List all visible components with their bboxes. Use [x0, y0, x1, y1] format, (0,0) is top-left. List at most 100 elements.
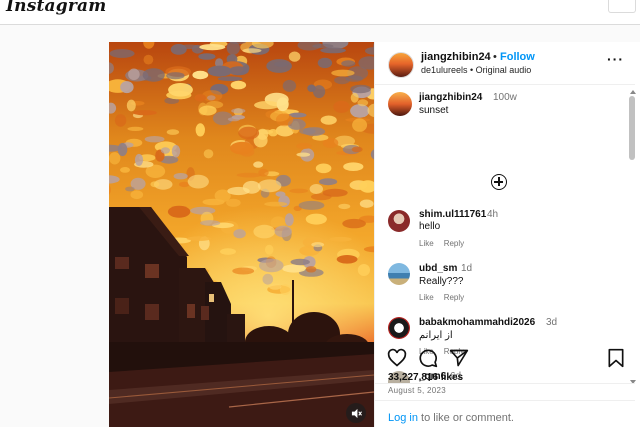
cloud-puff — [309, 184, 323, 194]
comment-text: Really??? — [419, 276, 464, 287]
post-panel: jiangzhibin24 • Follow de1ulureels • Ori… — [374, 42, 640, 427]
comment-time: 1d — [461, 263, 473, 274]
cloud-puff — [166, 129, 180, 135]
comment-avatar[interactable] — [388, 210, 410, 232]
author-avatar[interactable] — [388, 52, 414, 78]
cloud-puff — [288, 51, 301, 62]
cloud-puff — [275, 113, 294, 127]
cloud-puff — [109, 49, 135, 58]
speaker-muted-icon — [351, 408, 362, 418]
comment-icon[interactable] — [418, 348, 438, 368]
cloud-puff — [126, 99, 136, 112]
comment-time: 4h — [487, 209, 499, 220]
cloud-puff — [284, 213, 294, 227]
mute-button[interactable] — [346, 403, 366, 423]
comment-actions: Like Reply — [419, 239, 474, 248]
cloud-puff — [312, 43, 334, 49]
cloud-puff — [227, 117, 240, 122]
cloud-puff — [258, 168, 269, 177]
separator-dot: • — [493, 51, 497, 63]
follow-button[interactable]: Follow — [500, 51, 535, 63]
cloud-puff — [282, 264, 306, 273]
cloud-puff — [350, 92, 359, 103]
cloud-puff — [253, 224, 276, 239]
more-options-icon[interactable]: ··· — [607, 52, 625, 69]
login-link[interactable]: Log in — [388, 412, 418, 424]
reply-button[interactable]: Reply — [444, 293, 464, 302]
cloud-puff — [341, 60, 356, 67]
cloud-puff — [276, 97, 289, 112]
cloud-puff — [190, 206, 216, 215]
like-comment-button[interactable]: Like — [419, 293, 434, 302]
cloud-puff — [264, 244, 274, 255]
cloud-puff — [238, 126, 260, 140]
cloud-puff — [331, 69, 355, 77]
cloud-puff — [217, 76, 243, 81]
comment-avatar[interactable] — [388, 263, 410, 285]
instagram-logo[interactable]: Instagram — [6, 0, 106, 16]
cloud-puff — [274, 225, 292, 238]
cloud-puff — [264, 201, 288, 207]
comment-text: از ایرانم — [419, 330, 453, 341]
bookmark-icon[interactable] — [606, 348, 626, 368]
author-username[interactable]: jiangzhibin24 — [421, 51, 491, 63]
reply-button[interactable]: Reply — [444, 239, 464, 248]
like-comment-button[interactable]: Like — [419, 239, 434, 248]
cloud-puff — [342, 218, 366, 229]
corner-button[interactable] — [608, 0, 636, 13]
cloud-puff — [329, 236, 352, 242]
sunset-scene — [109, 42, 374, 427]
cloud-puff — [192, 70, 209, 80]
cloud-puff — [166, 72, 185, 80]
cloud-puff — [333, 100, 350, 113]
cloud-puff — [143, 54, 154, 65]
action-bar — [375, 383, 635, 384]
cloud-puff — [226, 198, 241, 207]
comment-text: hello — [419, 221, 441, 232]
cloud-puff — [144, 136, 165, 143]
comments-scrollbar[interactable] — [628, 90, 637, 386]
cloud-puff — [230, 80, 247, 90]
cloud-puff — [187, 174, 209, 189]
share-icon[interactable] — [449, 348, 469, 368]
cloud-puff — [257, 179, 282, 193]
scroll-up-arrow[interactable] — [630, 90, 636, 94]
cloud-puff — [207, 65, 232, 77]
cloud-puff — [128, 68, 140, 81]
cloud-puff — [231, 108, 246, 114]
cloud-puff — [170, 44, 187, 55]
cloud-puff — [253, 161, 264, 168]
caption-time: 100w — [493, 92, 517, 103]
comment-avatar[interactable] — [388, 317, 410, 339]
cloud-puff — [232, 267, 255, 275]
cloud-puff — [343, 162, 364, 171]
cloud-puff — [134, 153, 144, 166]
cloud-puff — [200, 220, 221, 226]
comment-username[interactable]: babakmohammahdi2026 — [419, 317, 535, 328]
cloud-puff — [160, 147, 170, 154]
scroll-thumb[interactable] — [629, 96, 635, 160]
post-video[interactable] — [109, 42, 374, 427]
comment-username[interactable]: ubd_sm — [419, 263, 457, 274]
caption-text: sunset — [419, 105, 449, 116]
heart-icon[interactable] — [387, 348, 407, 368]
cloud-puff — [125, 186, 135, 192]
caption-avatar[interactable] — [388, 92, 412, 116]
likes-count[interactable]: 33,227,816 likes — [388, 372, 463, 383]
cloud-puff — [194, 94, 207, 102]
cloud-puff — [305, 213, 327, 225]
comment-username[interactable]: shim.ul111761 — [419, 209, 486, 220]
cloud-puff — [317, 57, 333, 69]
cloud-puff — [274, 61, 289, 67]
caption-username[interactable]: jiangzhibin24 — [419, 92, 482, 103]
cloud-puff — [290, 258, 310, 266]
cloud-puff — [150, 181, 160, 188]
plus-circle-icon[interactable] — [491, 174, 507, 190]
cloud-puff — [114, 114, 127, 127]
login-text: Log in to like or comment. — [388, 412, 514, 424]
audio-label[interactable]: de1ulureels • Original audio — [421, 65, 531, 75]
cloud-puff — [279, 284, 291, 295]
cloud-puff — [289, 188, 308, 194]
cloud-puff — [313, 85, 326, 99]
cloud-puff — [350, 84, 372, 94]
